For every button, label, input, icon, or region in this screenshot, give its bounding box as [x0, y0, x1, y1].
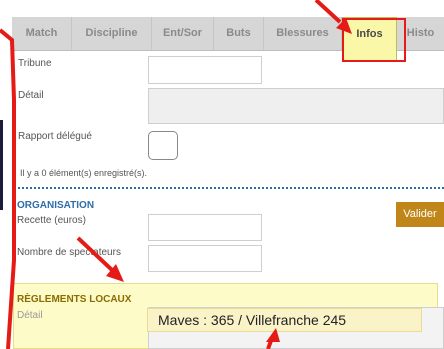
- reglements-locaux-title: RÈGLEMENTS LOCAUX: [17, 294, 132, 305]
- reglements-detail-label: Détail: [17, 310, 43, 321]
- tab-discipline[interactable]: Discipline: [72, 17, 152, 50]
- annotation-note: Maves : 365 / Villefranche 245: [147, 308, 422, 332]
- tab-blessures[interactable]: Blessures: [264, 17, 342, 50]
- tab-ent-sor[interactable]: Ent/Sor: [152, 17, 214, 50]
- tab-label: Ent/Sor: [162, 27, 203, 39]
- left-edge-strip: [0, 120, 3, 210]
- tab-buts[interactable]: Buts: [214, 17, 264, 50]
- valider-button[interactable]: Valider: [396, 202, 444, 227]
- tab-label: Buts: [226, 27, 251, 39]
- tab-match[interactable]: Match: [12, 17, 72, 50]
- tab-label: Blessures: [276, 27, 329, 39]
- section-divider: [14, 187, 444, 189]
- detail-label: Détail: [18, 90, 44, 101]
- rapport-delegue-checkbox[interactable]: [148, 131, 178, 160]
- tab-label: Discipline: [85, 27, 138, 39]
- rapport-delegue-label: Rapport délégué: [18, 131, 92, 142]
- spectateurs-input[interactable]: [148, 245, 262, 272]
- tab-label: Match: [25, 27, 58, 39]
- recette-label: Recette (euros): [17, 215, 86, 226]
- tribune-label: Tribune: [18, 58, 52, 69]
- highlight-box-infos: [342, 18, 406, 62]
- records-count-text: Il y a 0 élément(s) enregistré(s).: [20, 168, 148, 178]
- tribune-input[interactable]: [148, 56, 262, 84]
- recette-input[interactable]: [148, 214, 262, 241]
- spectateurs-label: Nombre de spectateurs: [17, 247, 121, 258]
- arrow-middle-head: [106, 264, 124, 282]
- detail-textarea[interactable]: [148, 88, 444, 124]
- tab-label: Histo: [406, 27, 435, 39]
- organisation-title: ORGANISATION: [17, 200, 95, 211]
